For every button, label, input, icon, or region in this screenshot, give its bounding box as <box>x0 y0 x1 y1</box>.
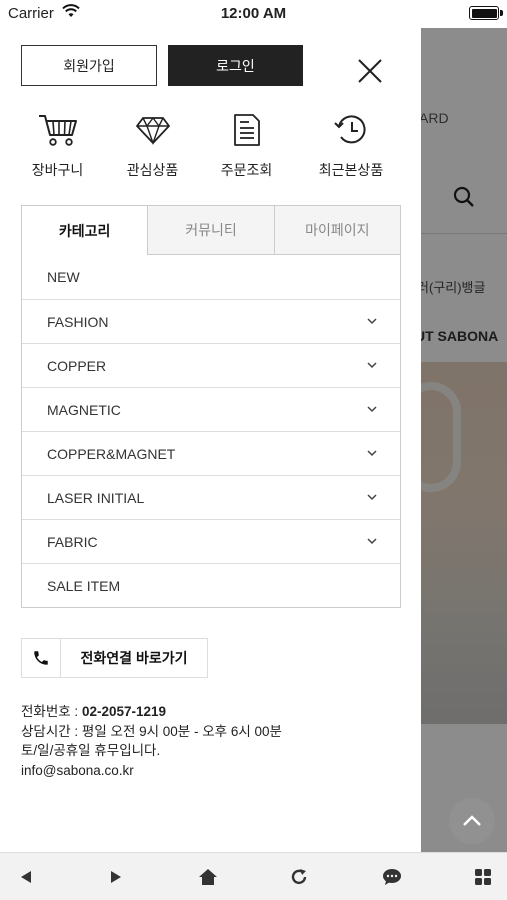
diamond-icon <box>105 110 200 150</box>
clock: 12:00 AM <box>220 5 287 22</box>
quick-link-recent[interactable]: 최근본상품 <box>303 110 399 180</box>
quick-link-label: 최근본상품 <box>318 162 384 178</box>
status-bar: Carrier 12:00 AM <box>0 0 507 28</box>
category-label: LASER INITIAL <box>47 489 145 506</box>
drawer-tabs: 카테고리 커뮤니티 마이페이지 <box>21 205 401 255</box>
grid-icon[interactable] <box>471 867 495 887</box>
bottom-toolbar <box>0 852 507 900</box>
login-button[interactable]: 로그인 <box>168 45 303 86</box>
category-label: FASHION <box>47 313 109 330</box>
category-list: NEW FASHION COPPER MAGNETIC COPPER&MAGNE… <box>21 255 401 608</box>
phone-number[interactable]: 02-2057-1219 <box>82 704 166 719</box>
category-label: SALE ITEM <box>47 577 121 594</box>
chevron-down-icon[interactable] <box>366 404 378 416</box>
category-item-magnetic[interactable]: MAGNETIC <box>22 387 400 431</box>
tab-category[interactable]: 카테고리 <box>22 206 148 255</box>
side-drawer: 회원가입 로그인 장바구니 관심상품 주문조회 최근본상품 카테고리 커뮤니티 … <box>0 28 421 852</box>
chevron-down-icon[interactable] <box>366 492 378 504</box>
category-label: MAGNETIC <box>47 401 121 418</box>
contact-info: 전화번호 : 02-2057-1219 상담시간 : 평일 오전 9시 00분 … <box>21 702 282 780</box>
dim-overlay[interactable] <box>421 28 507 852</box>
category-item-new[interactable]: NEW <box>22 255 400 299</box>
quick-link-label: 관심상품 <box>126 162 179 178</box>
category-item-fabric[interactable]: FABRIC <box>22 519 400 563</box>
quick-links: 장바구니 관심상품 주문조회 최근본상품 <box>0 110 421 180</box>
category-item-laser-initial[interactable]: LASER INITIAL <box>22 475 400 519</box>
email-line[interactable]: info@sabona.co.kr <box>21 761 282 781</box>
tab-community[interactable]: 커뮤니티 <box>147 206 274 255</box>
quick-link-label: 주문조회 <box>220 162 273 178</box>
quick-link-label: 장바구니 <box>31 162 84 178</box>
cart-icon <box>10 110 105 150</box>
battery-icon <box>469 6 503 20</box>
home-icon[interactable] <box>196 867 220 887</box>
chevron-down-icon[interactable] <box>366 360 378 372</box>
scroll-top-button[interactable] <box>449 798 495 844</box>
document-icon <box>199 110 294 150</box>
chevron-down-icon[interactable] <box>366 448 378 460</box>
holiday-line: 토/일/공휴일 휴무입니다. <box>21 743 161 758</box>
category-label: COPPER&MAGNET <box>47 445 176 462</box>
phone-line: 전화번호 : 02-2057-1219 <box>21 702 282 722</box>
back-icon[interactable] <box>14 867 38 887</box>
category-item-fashion[interactable]: FASHION <box>22 299 400 343</box>
quick-link-cart[interactable]: 장바구니 <box>10 110 105 180</box>
join-button[interactable]: 회원가입 <box>21 45 157 86</box>
background-page: ARD 러(구리)뱅글 UT SABONA <box>421 28 507 852</box>
close-icon[interactable] <box>354 55 386 87</box>
chevron-down-icon[interactable] <box>366 536 378 548</box>
quick-link-wishlist[interactable]: 관심상품 <box>105 110 200 180</box>
history-icon <box>303 110 399 150</box>
phone-label: 전화번호 : <box>21 704 82 719</box>
category-label: COPPER <box>47 357 107 374</box>
category-item-copper-magnet[interactable]: COPPER&MAGNET <box>22 431 400 475</box>
category-item-sale[interactable]: SALE ITEM <box>22 563 400 607</box>
phone-icon <box>22 639 61 677</box>
chat-icon[interactable] <box>380 867 404 887</box>
tab-mypage[interactable]: 마이페이지 <box>273 206 400 255</box>
category-label: NEW <box>47 269 80 285</box>
refresh-icon[interactable] <box>287 867 311 887</box>
call-label: 전화연결 바로가기 <box>80 650 188 666</box>
hours-line: 상담시간 : 평일 오전 9시 00분 - 오후 6시 00분 <box>21 723 282 739</box>
call-button[interactable]: 전화연결 바로가기 <box>21 638 208 678</box>
chevron-down-icon[interactable] <box>366 316 378 328</box>
category-item-copper[interactable]: COPPER <box>22 343 400 387</box>
forward-icon[interactable] <box>104 867 128 887</box>
quick-link-orders[interactable]: 주문조회 <box>199 110 294 180</box>
category-label: FABRIC <box>47 533 98 550</box>
